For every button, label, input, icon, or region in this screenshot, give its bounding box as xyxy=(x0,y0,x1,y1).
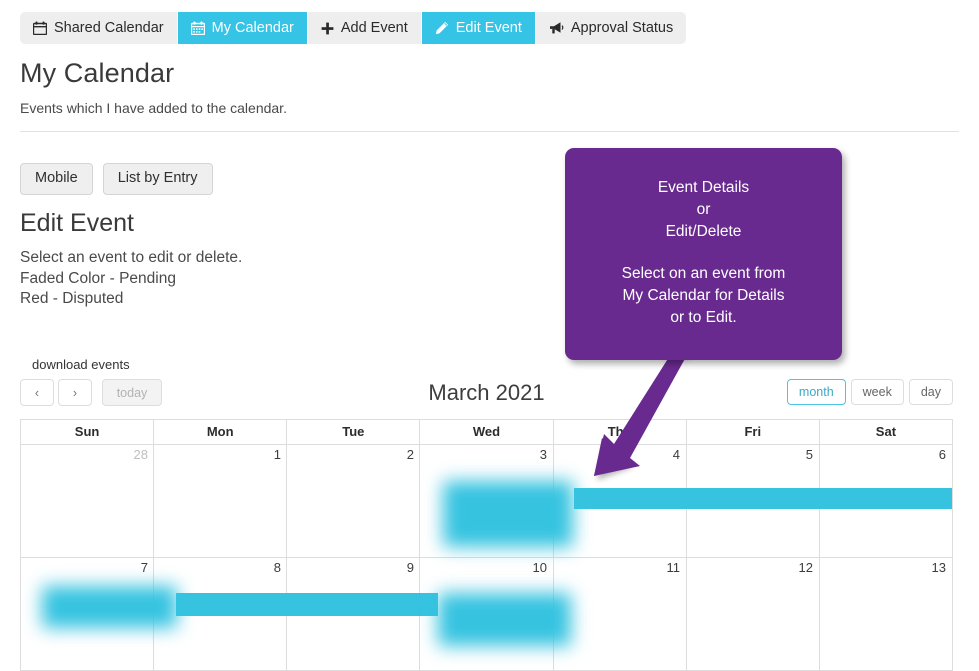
plus-icon xyxy=(321,22,334,35)
callout-line: My Calendar for Details xyxy=(622,287,785,304)
tab-add-event[interactable]: Add Event xyxy=(307,12,422,44)
callout-bottom-block: Select on an event from My Calendar for … xyxy=(579,263,828,329)
calendar-event[interactable] xyxy=(574,488,952,509)
callout-line: or xyxy=(696,201,711,218)
calendar-week-row: 7 8 9 10 11 12 13 xyxy=(21,558,952,671)
mobile-button[interactable]: Mobile xyxy=(20,163,93,195)
view-week-button[interactable]: week xyxy=(850,379,904,405)
day-header-sat: Sat xyxy=(875,424,897,439)
main-tabbar: Shared Calendar My Calendar Add Event Ed… xyxy=(20,12,687,44)
day-cell[interactable] xyxy=(154,445,288,557)
calendar-icon xyxy=(33,21,47,35)
pencil-icon xyxy=(435,21,449,35)
legend-line-select: Select an event to edit or delete. xyxy=(20,249,243,266)
tab-label: Edit Event xyxy=(455,19,522,36)
tab-label: Add Event xyxy=(340,19,408,36)
tab-shared-calendar[interactable]: Shared Calendar xyxy=(20,12,178,44)
day-cell[interactable] xyxy=(287,445,421,557)
day-header-mon: Mon xyxy=(154,420,288,444)
view-month-button[interactable]: month xyxy=(786,379,846,405)
calendar-event[interactable] xyxy=(443,481,573,547)
calendar-view-switcher: month week day xyxy=(782,379,953,405)
callout-line: Event Details xyxy=(657,179,750,196)
event-details-callout: Event Details or Edit/Delete Select on a… xyxy=(565,148,842,360)
legend-line-pending: Faded Color - Pending xyxy=(20,269,176,287)
tab-label: Shared Calendar xyxy=(54,19,164,36)
view-day-button[interactable]: day xyxy=(908,379,953,405)
day-cell[interactable] xyxy=(687,558,820,670)
tab-label: Approval Status xyxy=(570,19,674,36)
calendar-event[interactable] xyxy=(176,593,438,616)
callout-line: Edit/Delete xyxy=(665,223,742,240)
legend-line-disputed: Red - Disputed xyxy=(20,290,124,307)
page-title: My Calendar xyxy=(20,58,175,88)
callout-line: or to Edit. xyxy=(670,309,737,326)
tab-label: My Calendar xyxy=(211,19,294,36)
view-button-row: Mobile List by Entry xyxy=(20,163,213,195)
day-header-tue: Tue xyxy=(287,420,421,444)
day-header-fri: Fri xyxy=(687,420,820,444)
calendar-toolbar: ‹ › today March 2021 month week day xyxy=(20,379,953,409)
calendar-event[interactable] xyxy=(42,586,177,628)
day-cell[interactable] xyxy=(554,558,687,670)
day-cell[interactable] xyxy=(820,558,952,670)
bullhorn-icon xyxy=(549,21,564,35)
list-by-entry-button[interactable]: List by Entry xyxy=(102,163,213,195)
tab-approval-status[interactable]: Approval Status xyxy=(535,12,687,44)
callout-line: Select on an event from xyxy=(621,265,786,282)
callout-top-block: Event Details or Edit/Delete xyxy=(579,177,828,243)
calendar-event[interactable] xyxy=(438,593,571,646)
tab-edit-event[interactable]: Edit Event xyxy=(421,12,536,44)
day-header-sun: Sun xyxy=(21,420,155,444)
calendar: ‹ › today March 2021 month week day Sun … xyxy=(20,379,953,671)
page-subtitle: Events which I have added to the calenda… xyxy=(20,100,287,116)
download-events-link[interactable]: download events xyxy=(32,357,130,372)
calendar-alt-icon xyxy=(190,21,205,35)
calendar-day-headers: Sun Mon Tue Wed Thu Fri Sat xyxy=(21,420,952,445)
section-title: Edit Event xyxy=(20,209,134,237)
day-header-wed: Wed xyxy=(420,420,554,444)
legend-text: Select an event to edit or delete. Faded… xyxy=(20,248,242,310)
calendar-week-row: 28 1 2 3 4 5 6 xyxy=(21,445,952,558)
calendar-grid: Sun Mon Tue Wed Thu Fri Sat 28 1 2 3 4 5… xyxy=(20,419,953,671)
day-cell[interactable] xyxy=(21,445,155,557)
divider xyxy=(20,131,959,132)
tab-my-calendar[interactable]: My Calendar xyxy=(177,12,308,44)
day-header-thu: Thu xyxy=(554,420,687,444)
